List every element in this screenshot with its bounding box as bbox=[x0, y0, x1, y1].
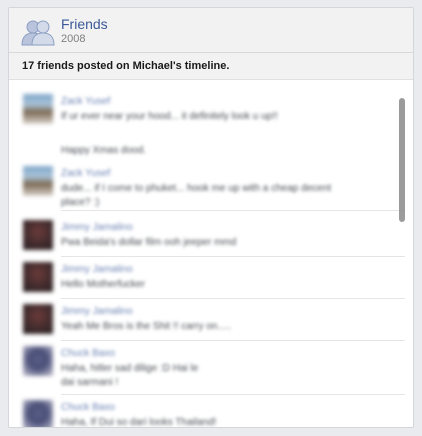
list-item: Happy Xmas dood. bbox=[23, 130, 393, 156]
post-author[interactable]: Jimmy Jamalino bbox=[61, 264, 133, 275]
list-item: Jimmy Jamalino Hello Motherfucker bbox=[23, 262, 393, 294]
list-item: Zack Yusef dude... if I come to phuket..… bbox=[23, 166, 393, 210]
section-title[interactable]: Friends bbox=[61, 16, 108, 32]
post-message: Happy Xmas dood. bbox=[61, 145, 147, 156]
list-item: Zack Yusef If ur ever near your hood... … bbox=[23, 94, 393, 124]
list-item: Jimmy Jamalino Pwa Beida's dollar film o… bbox=[23, 220, 393, 252]
post-message: Yeah Me Bros is the Shit !! carry on....… bbox=[61, 321, 232, 332]
list-item: Chuck Baxo Haha, hitler sad dilige :D Ha… bbox=[23, 346, 393, 390]
list-item: Chuck Baxo Haha, If Dui so dari looks Th… bbox=[23, 400, 393, 427]
avatar[interactable] bbox=[23, 262, 53, 292]
feed-scrollbar[interactable] bbox=[399, 98, 405, 222]
posts-feed[interactable]: Zack Yusef If ur ever near your hood... … bbox=[9, 80, 413, 427]
divider bbox=[61, 394, 405, 395]
post-author[interactable]: Zack Yusef bbox=[61, 168, 110, 179]
list-item: Jimmy Jamalino Yeah Me Bros is the Shit … bbox=[23, 304, 393, 336]
divider bbox=[61, 298, 405, 299]
avatar[interactable] bbox=[23, 304, 53, 334]
avatar[interactable] bbox=[23, 166, 53, 196]
avatar[interactable] bbox=[23, 400, 53, 427]
post-author[interactable]: Chuck Baxo bbox=[61, 348, 115, 359]
post-message: Pwa Beida's dollar film ooh jeeper mmd bbox=[61, 237, 237, 248]
divider bbox=[61, 256, 405, 257]
divider bbox=[61, 340, 405, 341]
post-author[interactable]: Jimmy Jamalino bbox=[61, 306, 133, 317]
post-message: Hello Motherfucker bbox=[61, 279, 145, 290]
post-message: If ur ever near your hood... it definite… bbox=[61, 111, 278, 122]
post-author[interactable]: Jimmy Jamalino bbox=[61, 222, 133, 233]
avatar[interactable] bbox=[23, 220, 53, 250]
avatar[interactable] bbox=[23, 346, 53, 376]
post-message: Haha, If Dui so dari looks Thailand! bbox=[61, 417, 217, 427]
post-author[interactable]: Chuck Baxo bbox=[61, 402, 115, 413]
avatar[interactable] bbox=[23, 94, 53, 124]
friends-posts-card: Friends 2008 17 friends posted on Michae… bbox=[8, 7, 414, 428]
post-message: dude... if I come to phuket... hook me u… bbox=[61, 183, 332, 208]
post-message: Haha, hitler sad dilige :D Hai le dai sa… bbox=[61, 363, 199, 388]
post-author[interactable]: Zack Yusef bbox=[61, 96, 110, 107]
posts-summary: 17 friends posted on Michael's timeline. bbox=[9, 53, 413, 80]
section-year: 2008 bbox=[61, 33, 86, 45]
friends-icon bbox=[21, 20, 55, 46]
divider bbox=[61, 210, 405, 211]
card-header: Friends 2008 bbox=[9, 8, 413, 53]
